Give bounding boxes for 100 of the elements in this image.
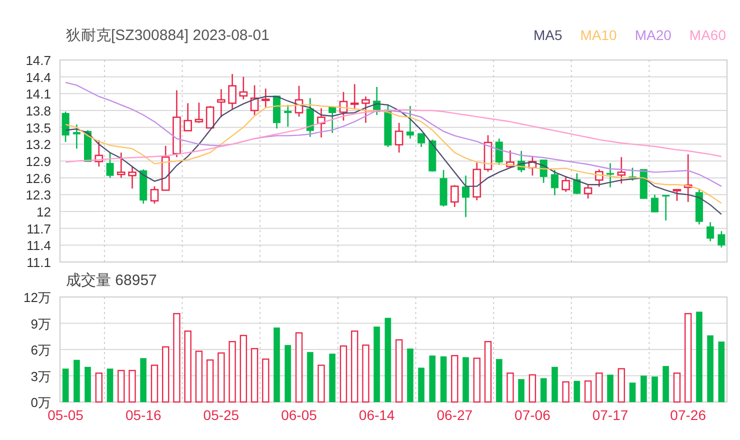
legend-label: MA20 — [634, 27, 672, 43]
volume-bar — [629, 382, 636, 402]
candlestick — [250, 85, 259, 115]
candlestick — [306, 98, 314, 137]
axis-label: 07-17 — [592, 407, 628, 423]
candlestick — [72, 124, 80, 149]
candlestick — [540, 159, 548, 183]
volume-bar — [118, 370, 125, 403]
axis-label: 12.9 — [26, 154, 51, 169]
volume-bar — [440, 356, 447, 402]
chart-title: 成交量 68957 — [66, 270, 157, 290]
volume-bar — [95, 372, 102, 403]
candlestick — [528, 156, 537, 176]
volume-bar — [429, 355, 436, 402]
volume-bar — [484, 341, 492, 403]
candlestick — [462, 176, 470, 218]
candlestick — [562, 176, 570, 192]
volume-bar — [640, 376, 647, 402]
volume-bar — [618, 368, 625, 403]
axis-label: 12万 — [24, 290, 51, 305]
candlestick — [172, 90, 181, 158]
candlestick — [228, 74, 236, 109]
candlestick — [206, 106, 214, 129]
candlestick — [662, 194, 670, 220]
candlestick — [62, 112, 70, 142]
volume-bar — [284, 344, 292, 402]
candlestick — [418, 132, 426, 147]
candlestick — [584, 185, 592, 199]
volume-bar — [652, 376, 658, 402]
candlestick — [339, 92, 348, 121]
volume-bar — [473, 358, 480, 403]
volume-bar — [195, 350, 203, 403]
axis-label: 14.1 — [26, 86, 51, 102]
volume-bar — [106, 368, 114, 402]
candlestick — [495, 138, 503, 165]
candlestick — [506, 150, 514, 168]
volume-bar — [228, 341, 236, 403]
candlestick — [550, 170, 558, 196]
volume-bar — [562, 381, 570, 403]
candlestick — [284, 104, 292, 127]
candlestick — [440, 170, 448, 206]
candlestick — [394, 122, 404, 153]
volume-bar — [506, 372, 514, 403]
axis-label: 13.2 — [26, 137, 51, 152]
candlestick — [373, 86, 381, 115]
candlestick — [384, 104, 392, 147]
candlestick — [718, 231, 726, 248]
candlestick — [573, 173, 581, 194]
volume-bar — [518, 379, 524, 402]
candlestick — [106, 152, 114, 178]
candlestick — [273, 95, 281, 128]
volume-bar — [707, 335, 714, 402]
volume-bar — [596, 372, 603, 403]
axis-label: 0万 — [30, 395, 51, 410]
axis-label: 05-05 — [48, 407, 84, 423]
candlestick — [484, 135, 492, 172]
volume-bar — [496, 358, 502, 402]
volume-bar — [362, 344, 370, 403]
volume-bar — [718, 341, 725, 402]
volume-bar — [340, 345, 348, 403]
candlestick — [294, 86, 304, 117]
axis-label: 12.3 — [26, 188, 51, 203]
volume-bar — [673, 372, 681, 403]
candlestick — [595, 169, 604, 187]
volume-bar — [162, 346, 170, 403]
volume-bar — [140, 358, 147, 402]
candlestick — [450, 185, 459, 207]
volume-bar — [206, 359, 214, 403]
candlestick — [239, 76, 248, 100]
axis-label: 11.1 — [26, 255, 51, 270]
candlestick — [617, 157, 626, 184]
volume-bar — [84, 366, 91, 402]
axis-label: 12 — [36, 204, 51, 220]
axis-label: 07-26 — [670, 407, 706, 423]
axis-label: 14.4 — [26, 70, 51, 85]
axis-label: 13.5 — [26, 120, 51, 136]
candlestick — [217, 89, 226, 118]
candlestick — [350, 84, 359, 110]
volume-bar — [407, 348, 414, 402]
candlestick — [194, 102, 204, 123]
axis-label: 07-06 — [514, 407, 550, 423]
candlestick — [150, 186, 159, 204]
axis-label: 12.6 — [26, 170, 51, 186]
axis-label: 3万 — [30, 368, 51, 384]
volume-bar — [451, 355, 458, 403]
axis-label: 14.7 — [26, 53, 51, 68]
candlestick — [695, 190, 703, 224]
chart-title: 狄耐克[SZ300884] 2023-08-01 — [66, 26, 270, 44]
axis-label: 06-14 — [358, 407, 395, 423]
volume-bar — [262, 358, 270, 403]
axis-label: 6万 — [30, 342, 51, 358]
volume-bar — [295, 332, 303, 403]
axis-label: 05-25 — [203, 407, 240, 423]
volume-bar — [74, 360, 80, 402]
candlestick — [362, 96, 370, 123]
volume-bar — [128, 370, 136, 403]
candlestick — [640, 168, 648, 200]
candlestick — [94, 140, 104, 167]
legend-label: MA10 — [580, 27, 617, 43]
volume-bar — [462, 357, 469, 402]
